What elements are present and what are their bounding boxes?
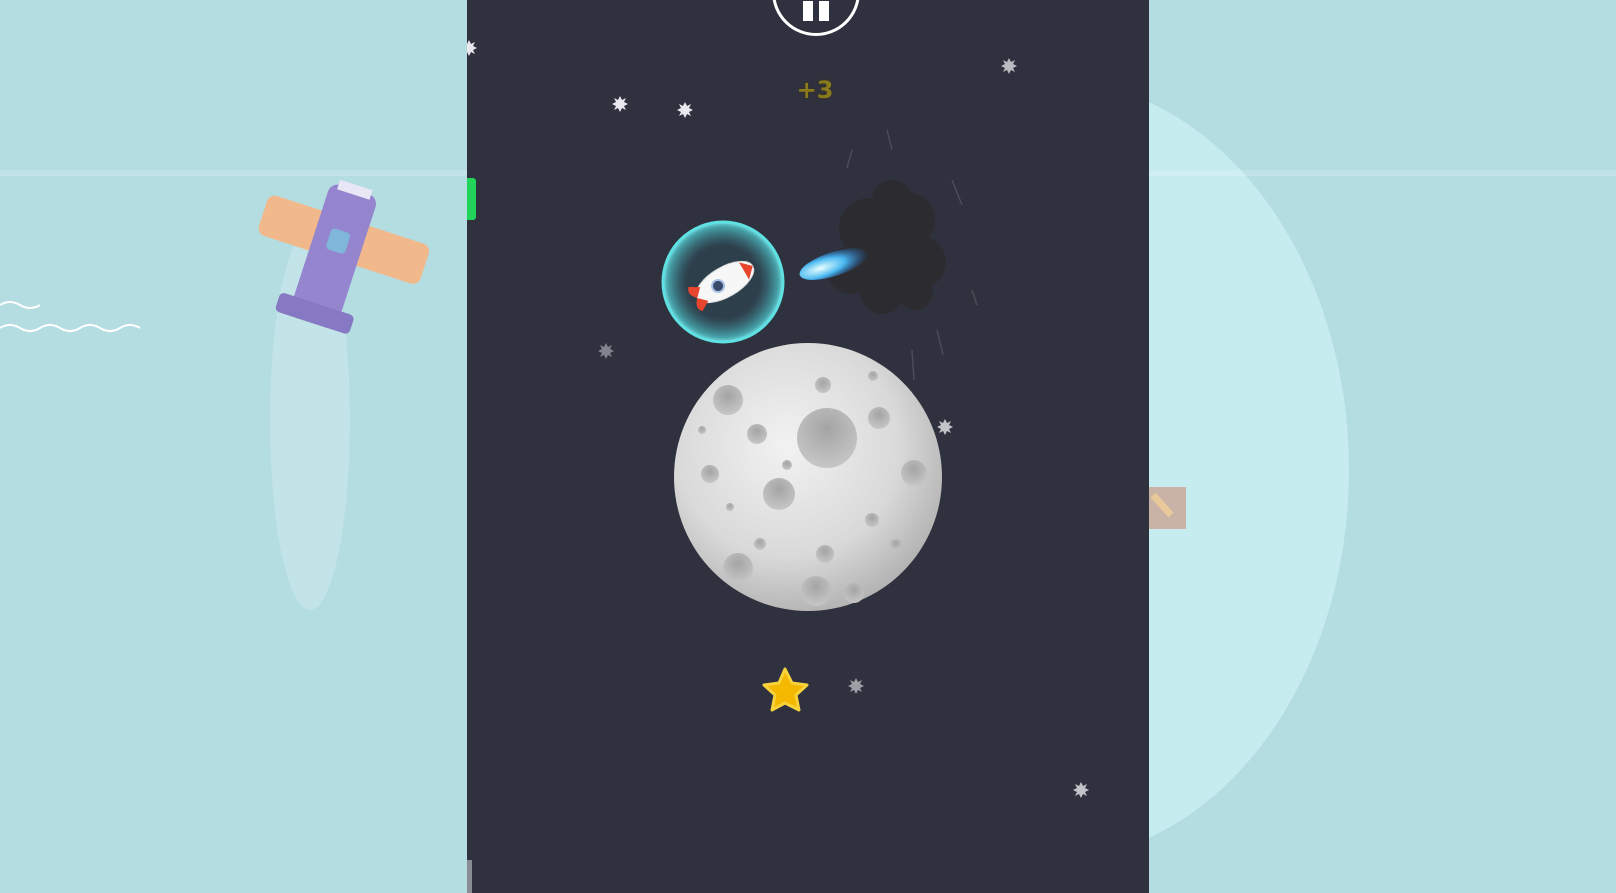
- star-icon: [1001, 58, 1017, 74]
- scrollbar[interactable]: [467, 860, 472, 893]
- space-scene: [467, 40, 1089, 798]
- left-background-panel: [0, 0, 467, 893]
- star-icon: [467, 40, 477, 56]
- game-area[interactable]: +3: [467, 0, 1149, 893]
- smoke-cloud-hazard: [827, 180, 946, 314]
- pause-icon: [803, 1, 813, 21]
- gold-star-collectible[interactable]: [762, 667, 809, 712]
- airplane-icon: [258, 179, 430, 334]
- star-icon: [848, 678, 864, 694]
- airplane-scene: [0, 179, 430, 610]
- right-background-panel: [1149, 0, 1616, 893]
- star-icon: [1073, 782, 1089, 798]
- star-icon: [598, 343, 614, 359]
- star-icon: [937, 419, 953, 435]
- star-icon: [677, 102, 693, 118]
- score-popup: +3: [796, 76, 834, 104]
- right-background-scene: [1149, 102, 1349, 838]
- fuel-gauge: [467, 178, 476, 220]
- star-icon: [612, 96, 628, 112]
- moon-planet: [674, 343, 942, 611]
